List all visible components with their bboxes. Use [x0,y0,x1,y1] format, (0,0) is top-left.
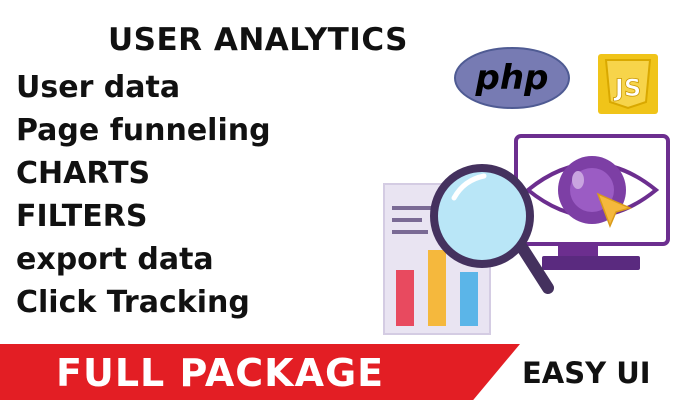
php-logo-text: php [475,58,549,98]
easy-ui-label: EASY UI [522,356,651,390]
analytics-illustration [383,134,670,335]
page-title: USER ANALYTICS [108,22,408,58]
feature-item: Page funneling [16,113,271,148]
feature-item: export data [16,242,214,277]
feature-item: User data [16,70,181,105]
full-package-label: FULL PACKAGE [56,351,385,395]
js-logo-text: JS [613,74,641,102]
php-logo-icon: php [454,47,570,109]
feature-item: FILTERS [16,199,148,234]
feature-item: CHARTS [16,156,151,191]
feature-list: User data Page funneling CHARTS FILTERS … [16,66,271,324]
js-logo-icon: JS [598,54,658,114]
feature-item: Click Tracking [16,285,250,320]
monitor-eye-icon [514,134,670,270]
